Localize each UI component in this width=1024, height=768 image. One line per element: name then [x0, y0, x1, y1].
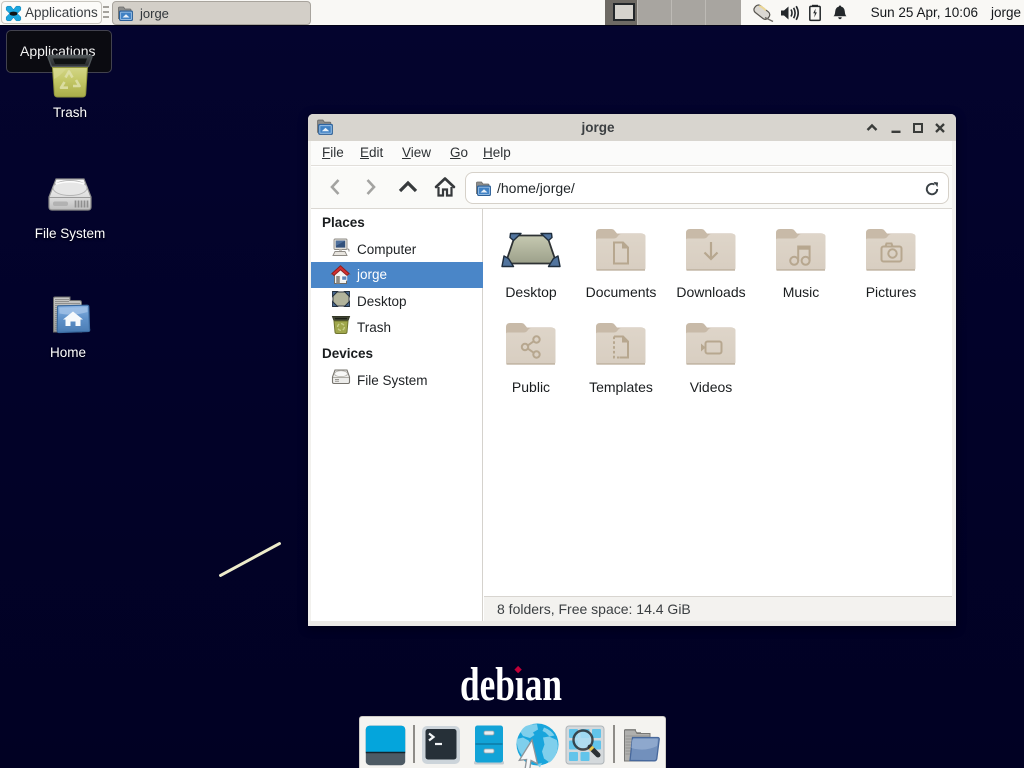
svg-text:debıan: debıan	[460, 658, 562, 708]
